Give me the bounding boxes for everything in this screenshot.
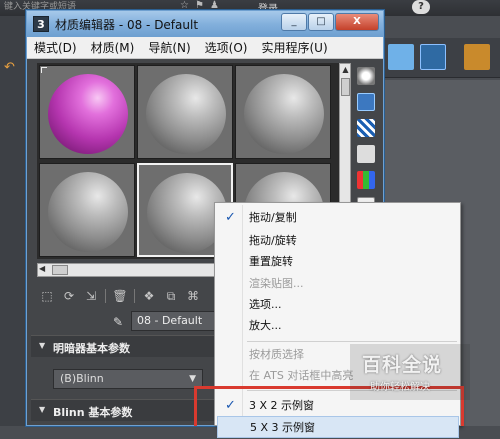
sample-slot[interactable] — [39, 65, 135, 159]
toolbar-separator — [105, 289, 106, 303]
menu-item-label: 放大... — [249, 319, 282, 332]
menu-item-label: 重置旋转 — [249, 255, 293, 268]
material-name-field[interactable]: 08 - Default — [131, 311, 221, 331]
title-bar[interactable]: 3 材质编辑器 - 08 - Default _ □ X — [27, 11, 383, 37]
make-unique-icon[interactable]: ❖ — [141, 288, 157, 304]
scroll-thumb[interactable] — [52, 265, 68, 275]
check-icon: ✓ — [225, 210, 236, 225]
scroll-up-icon[interactable]: ▲ — [341, 65, 350, 75]
maximize-button[interactable]: □ — [308, 13, 334, 31]
close-button[interactable]: X — [335, 13, 379, 31]
material-sphere — [48, 74, 128, 154]
material-sphere — [146, 74, 226, 154]
rollout-title: 明暗器基本参数 — [53, 342, 130, 355]
undo-icon[interactable]: ↶ — [4, 60, 15, 75]
menu-item-reset-rotation[interactable]: 重置旋转 — [217, 251, 459, 273]
main-toolbar — [384, 38, 500, 78]
menu-mode[interactable]: 模式(D) — [27, 39, 84, 56]
video-color-check-icon[interactable] — [357, 171, 375, 189]
menu-item-options[interactable]: 选项... — [217, 294, 459, 316]
rollout-blinn-basic[interactable]: ▼ Blinn 基本参数 — [31, 399, 221, 421]
menu-separator — [247, 341, 457, 342]
put-to-library-icon[interactable]: ⧉ — [163, 288, 179, 304]
menu-item-drag-rotate[interactable]: 拖动/旋转 — [217, 230, 459, 252]
menu-item-label: 拖动/复制 — [249, 211, 297, 224]
collapse-icon: ▼ — [39, 405, 46, 414]
minimize-button[interactable]: _ — [281, 13, 307, 31]
menu-utilities[interactable]: 实用程序(U) — [254, 39, 334, 56]
menu-item-drag-copy[interactable]: ✓ 拖动/复制 — [217, 207, 459, 229]
material-toolbar: ⬚ ⟳ ⇲ 🗑 ❖ ⧉ ⌘ — [39, 287, 201, 305]
watermark-subtitle: 助你轻松解决 — [370, 382, 430, 393]
eyedropper-icon[interactable]: ✎ — [113, 315, 123, 329]
rollout-title: Blinn 基本参数 — [53, 406, 133, 419]
rollout-shader-basic[interactable]: ▼ 明暗器基本参数 — [31, 335, 221, 357]
background-icon[interactable] — [357, 119, 375, 137]
assign-to-selection-icon[interactable]: ⇲ — [83, 288, 99, 304]
scroll-thumb[interactable] — [341, 78, 350, 96]
shader-value: (B)Blinn — [60, 372, 104, 385]
render-setup-icon[interactable] — [388, 44, 414, 70]
menu-item-label: 拖动/旋转 — [249, 234, 297, 247]
menu-item-magnify[interactable]: 放大... — [217, 315, 459, 337]
menu-bar: 模式(D) 材质(M) 导航(N) 选项(O) 实用程序(U) — [27, 37, 383, 59]
menu-material[interactable]: 材质(M) — [84, 39, 142, 56]
put-to-scene-icon[interactable]: ⟳ — [61, 288, 77, 304]
menu-item-label: 在 ATS 对话框中高亮 — [249, 369, 354, 382]
delete-icon[interactable]: 🗑 — [112, 288, 128, 304]
app-icon: 3 — [33, 16, 49, 32]
watermark: 百科全说 助你轻松解决 — [350, 344, 470, 400]
shader-dropdown[interactable]: (B)Blinn ▼ — [53, 369, 203, 389]
menu-options[interactable]: 选项(O) — [198, 39, 255, 56]
slot-corner-marker — [41, 67, 47, 73]
window-title: 材质编辑器 - 08 - Default — [55, 18, 199, 32]
menu-item-label: 选项... — [249, 298, 282, 311]
material-editor-icon[interactable] — [420, 44, 446, 70]
backlight-icon[interactable] — [357, 93, 375, 111]
collapse-icon: ▼ — [39, 341, 46, 350]
watermark-title: 百科全说 — [362, 354, 443, 376]
material-sphere — [244, 74, 324, 154]
uv-tiling-icon[interactable] — [357, 145, 375, 163]
side-toolbar — [357, 67, 377, 223]
render-icon[interactable] — [464, 44, 490, 70]
sample-slot[interactable] — [235, 65, 331, 159]
scroll-left-icon[interactable]: ◀ — [39, 264, 49, 273]
sample-slot[interactable] — [137, 65, 233, 159]
menu-item-label: 按材质选择 — [249, 348, 304, 361]
toolbar-separator — [134, 289, 135, 303]
material-id-icon[interactable]: ⌘ — [185, 288, 201, 304]
get-material-icon[interactable]: ⬚ — [39, 288, 55, 304]
menu-item-render-map: 渲染贴图... — [217, 273, 459, 295]
menu-item-label: 渲染贴图... — [249, 277, 304, 290]
menu-navigation[interactable]: 导航(N) — [141, 39, 197, 56]
material-sphere — [48, 172, 128, 252]
help-icon[interactable]: ? — [412, 0, 430, 14]
sample-type-icon[interactable] — [357, 67, 375, 85]
left-toolbar: ↶ — [0, 16, 26, 426]
sample-slot[interactable] — [39, 163, 135, 257]
